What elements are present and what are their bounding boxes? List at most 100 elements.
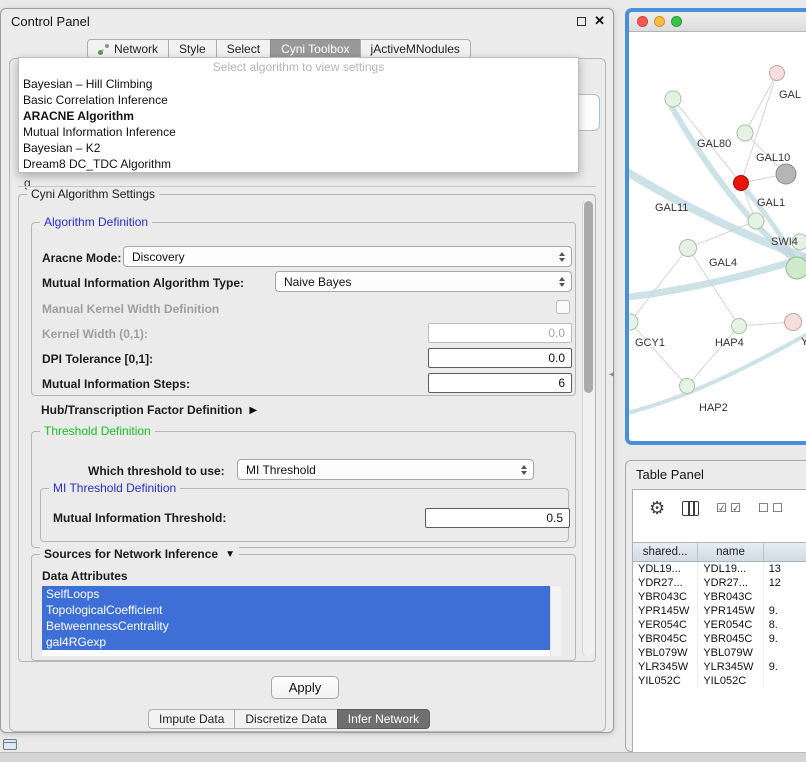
- algorithm-option[interactable]: Mutual Information Inference: [19, 124, 578, 140]
- sources-title: Sources for Network Inference: [44, 547, 218, 561]
- attribute-list-item[interactable]: gal4RGexp: [42, 634, 550, 650]
- kernel-width-field[interactable]: [428, 323, 572, 343]
- network-node[interactable]: [665, 91, 681, 107]
- network-node[interactable]: [680, 240, 697, 257]
- table-cell: YIL052C: [633, 674, 698, 688]
- network-node[interactable]: [748, 213, 764, 229]
- table-cell: [764, 646, 806, 660]
- network-node[interactable]: [732, 319, 747, 334]
- network-node[interactable]: [737, 125, 753, 141]
- table-cell: [764, 590, 806, 604]
- splitter-collapse-icon[interactable]: ◂: [609, 369, 614, 380]
- table-row[interactable]: YBR043CYBR043C: [633, 590, 806, 604]
- algorithm-option[interactable]: Bayesian – K2: [19, 140, 578, 156]
- mi-threshold-label: Mutual Information Threshold:: [53, 511, 226, 525]
- table-row[interactable]: YDR27...YDR27...12: [633, 576, 806, 590]
- algorithm-option[interactable]: Dream8 DC_TDC Algorithm: [19, 156, 578, 172]
- table-cell: YLR345W: [633, 660, 698, 674]
- sources-group: Sources for Network Inference ▼ Data Att…: [31, 554, 576, 661]
- table-cell: YLR345W: [698, 660, 763, 674]
- network-node[interactable]: [680, 379, 695, 394]
- network-canvas[interactable]: GALGAL80GAL10GAL11GAL1SWI4GAL4GCY1HAP4YH…: [629, 32, 806, 441]
- attribute-list-item[interactable]: BetweennessCentrality: [42, 618, 550, 634]
- aracne-mode-combo[interactable]: Discovery: [123, 246, 572, 267]
- which-threshold-combo[interactable]: MI Threshold: [237, 459, 534, 480]
- tab-network[interactable]: Network: [87, 39, 169, 59]
- network-node[interactable]: [785, 314, 802, 331]
- group-title: MI Threshold Definition: [49, 481, 180, 495]
- zoom-traffic-light[interactable]: [671, 16, 682, 27]
- algorithm-option[interactable]: ARACNE Algorithm: [19, 108, 578, 124]
- minimized-panel-icon[interactable]: [3, 739, 17, 750]
- close-icon[interactable]: ✕: [594, 15, 605, 27]
- tab-jactivemnodules[interactable]: jActiveMNodules: [360, 39, 471, 59]
- algorithm-definition-group: Algorithm Definition Aracne Mode: Discov…: [31, 222, 576, 396]
- table-header-cell[interactable]: name: [698, 543, 763, 561]
- float-window-icon[interactable]: [577, 17, 586, 26]
- minimize-traffic-light[interactable]: [654, 16, 665, 27]
- table-body: YDL19...YDL19...13YDR27...YDR27...12YBR0…: [633, 562, 806, 688]
- table-cell: YPR145W: [633, 604, 698, 618]
- combo-value: MI Threshold: [246, 463, 316, 477]
- mi-threshold-field[interactable]: [425, 508, 570, 528]
- network-node-label: GAL11: [655, 202, 688, 214]
- mi-algorithm-type-combo[interactable]: Naive Bayes: [275, 271, 572, 292]
- close-traffic-light[interactable]: [637, 16, 648, 27]
- attribute-list-item[interactable]: SelfLoops: [42, 586, 550, 602]
- table-row[interactable]: YLR345WYLR345W9.: [633, 660, 806, 674]
- dropdown-placeholder: Select algorithm to view settings: [19, 59, 578, 76]
- combo-arrows-icon: [559, 277, 565, 287]
- apply-button[interactable]: Apply: [271, 676, 339, 699]
- network-node[interactable]: [786, 257, 806, 279]
- mi-steps-label: Mutual Information Steps:: [42, 377, 190, 391]
- table-row[interactable]: YER054CYER054C8.: [633, 618, 806, 632]
- table-row[interactable]: YIL052CYIL052C: [633, 674, 806, 688]
- hub-definition-expander[interactable]: Hub/Transcription Factor Definition ▶: [41, 403, 257, 417]
- manual-kernel-width-checkbox[interactable]: [556, 300, 570, 314]
- screen: Control Panel ✕ Network StyleSelectCyni T…: [0, 0, 806, 762]
- combo-value: Naive Bayes: [284, 275, 351, 289]
- table-header-row: shared...name: [633, 542, 806, 562]
- columns-icon[interactable]: [682, 501, 699, 516]
- dpi-tolerance-field[interactable]: [428, 348, 572, 368]
- table-row[interactable]: YPR145WYPR145W9.: [633, 604, 806, 618]
- network-edge: [630, 322, 687, 386]
- tab-label: Infer Network: [348, 712, 419, 726]
- table-cell: 12: [764, 576, 806, 590]
- control-panel-titlebar: Control Panel ✕: [1, 9, 613, 33]
- bottom-tab-discretize-data[interactable]: Discretize Data: [234, 709, 337, 729]
- table-header-cell[interactable]: shared...: [633, 543, 698, 561]
- table-row[interactable]: YBR045CYBR045C9.: [633, 632, 806, 646]
- table-cell: YBL079W: [698, 646, 763, 660]
- attribute-list-item[interactable]: TopologicalCoefficient: [42, 602, 550, 618]
- mi-steps-field[interactable]: [428, 373, 572, 393]
- table-cell: 9.: [764, 660, 806, 674]
- table-cell: YBL079W: [633, 646, 698, 660]
- table-cell: YER054C: [698, 618, 763, 632]
- table-row[interactable]: YDL19...YDL19...13: [633, 562, 806, 576]
- gear-icon[interactable]: ⚙: [649, 499, 665, 517]
- network-node[interactable]: [770, 66, 785, 81]
- sources-collapse-header[interactable]: Sources for Network Inference ▼: [40, 547, 239, 561]
- tab-style[interactable]: Style: [168, 39, 217, 59]
- attributes-scrollbar-track[interactable]: [550, 586, 561, 656]
- network-node-label: GAL1: [757, 197, 785, 209]
- network-node[interactable]: [776, 164, 796, 184]
- table-cell: 9.: [764, 632, 806, 646]
- algorithm-option[interactable]: Basic Correlation Inference: [19, 92, 578, 108]
- table-row[interactable]: YBL079WYBL079W: [633, 646, 806, 660]
- select-all-checkboxes-icon[interactable]: ☑ ☑: [716, 501, 741, 515]
- bottom-tab-impute-data[interactable]: Impute Data: [148, 709, 235, 729]
- dpi-tolerance-label: DPI Tolerance [0,1]:: [42, 352, 153, 366]
- tab-cyni-toolbox[interactable]: Cyni Toolbox: [270, 39, 360, 59]
- deselect-all-checkboxes-icon[interactable]: ☐ ☐: [758, 501, 783, 515]
- settings-scrollbar-thumb[interactable]: [584, 201, 593, 393]
- tab-label: Network: [114, 42, 158, 56]
- network-node[interactable]: [629, 314, 638, 330]
- table-cell: YDL19...: [633, 562, 698, 576]
- bottom-tab-infer-network[interactable]: Infer Network: [337, 709, 430, 729]
- network-node[interactable]: [734, 176, 749, 191]
- algorithm-option[interactable]: Bayesian – Hill Climbing: [19, 76, 578, 92]
- table-header-cell[interactable]: [764, 543, 806, 561]
- tab-select[interactable]: Select: [216, 39, 271, 59]
